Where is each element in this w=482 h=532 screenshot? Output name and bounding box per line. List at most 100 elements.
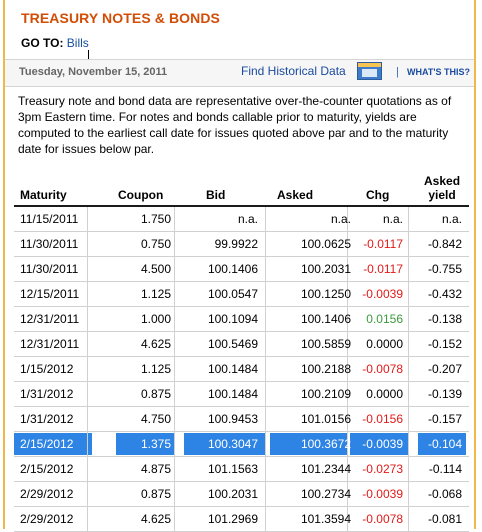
cell-bid: 100.5469 xyxy=(207,337,258,351)
cell-bid: 101.1563 xyxy=(207,462,258,476)
cell-bid: 100.2031 xyxy=(207,487,258,501)
column-header-asked[interactable]: Asked xyxy=(277,188,313,202)
cell-maturity: 1/15/2012 xyxy=(20,362,74,376)
cell-coupon: 1.125 xyxy=(140,362,171,376)
cell-bid: 100.1484 xyxy=(207,387,258,401)
cell-chg: -0.0273 xyxy=(362,462,403,476)
cell-asked: 100.2734 xyxy=(300,487,351,501)
table-row[interactable]: 11/30/2011 0.750 99.9922 100.0625 -0.0117 -0.… xyxy=(14,232,469,257)
table-row[interactable]: 11/30/2011 4.500 100.1406 100.2031 -0.0117 -0… xyxy=(14,257,469,282)
whats-this-link[interactable]: WHAT'S THIS? xyxy=(407,67,470,77)
column-header-maturity[interactable]: Maturity xyxy=(20,188,67,202)
column-header-coupon[interactable]: Coupon xyxy=(118,188,163,202)
column-divider xyxy=(174,232,175,256)
column-divider xyxy=(265,507,266,531)
table-row[interactable]: 1/15/2012 1.125 100.1484 100.2188 -0.0078 -0.… xyxy=(14,357,469,382)
cell-yield: -0.068 xyxy=(427,487,462,501)
cell-chg: -0.0117 xyxy=(363,237,403,251)
cell-chg: -0.0039 xyxy=(362,287,403,301)
cell-chg: -0.0078 xyxy=(362,362,403,376)
cell-bid: 100.0547 xyxy=(207,287,258,301)
cell-maturity: 1/31/2012 xyxy=(20,387,74,401)
table-row[interactable]: 2/29/2012 0.875 100.2031 100.2734 -0.0039 -0.… xyxy=(14,482,469,507)
table-row[interactable]: 2/29/2012 4.625 101.2969 101.3594 -0.0078 -0.… xyxy=(14,507,469,532)
header-separator: | xyxy=(396,66,399,78)
column-divider xyxy=(265,307,266,331)
cell-asked: 100.3672 xyxy=(300,437,351,451)
cell-coupon: 0.750 xyxy=(140,237,171,251)
column-divider xyxy=(408,307,409,331)
table-row[interactable]: 12/15/2011 1.125 100.0547 100.1250 -0.0039 -0… xyxy=(14,282,469,307)
cell-coupon: 1.125 xyxy=(140,287,171,301)
column-divider xyxy=(408,382,409,406)
column-divider xyxy=(174,282,175,306)
cell-asked: 100.1250 xyxy=(300,287,351,301)
table-row[interactable]: 1/31/2012 0.875 100.1484 100.2109 0.0000 -0.1… xyxy=(14,382,469,407)
column-divider xyxy=(265,282,266,306)
column-divider xyxy=(174,307,175,331)
cell-asked: 100.2031 xyxy=(300,262,351,276)
cell-yield: -0.207 xyxy=(427,362,462,376)
bills-link[interactable]: Bills xyxy=(67,36,89,50)
column-divider xyxy=(174,382,175,406)
cell-asked: 101.0156 xyxy=(300,412,351,426)
column-divider xyxy=(408,332,409,356)
cell-yield: -0.152 xyxy=(427,337,462,351)
calendar-icon[interactable] xyxy=(357,62,382,80)
cell-yield: n.a. xyxy=(441,212,462,226)
cell-maturity: 11/15/2011 xyxy=(20,212,79,226)
cell-yield: -0.104 xyxy=(427,437,462,451)
table-row[interactable]: 1/31/2012 4.750 100.9453 101.0156 -0.0156 -0.… xyxy=(14,407,469,432)
description-text: Treasury note and bond data are represen… xyxy=(18,94,452,156)
table-row[interactable]: 12/31/2011 1.000 100.1094 100.1406 0.0156 -0.… xyxy=(14,307,469,332)
cell-chg: -0.0078 xyxy=(362,512,403,526)
cell-bid: 100.3047 xyxy=(207,437,258,451)
goto-bar: GO TO: Bills xyxy=(21,36,89,63)
column-divider xyxy=(265,232,266,256)
cell-yield: -0.755 xyxy=(427,262,462,276)
cell-maturity: 11/30/2011 xyxy=(20,262,79,276)
cell-coupon: 4.625 xyxy=(140,337,171,351)
table-row[interactable]: 12/31/2011 4.625 100.5469 100.5859 0.0000 -0.… xyxy=(14,332,469,357)
cell-yield: -0.842 xyxy=(427,237,462,251)
cell-maturity: 12/15/2011 xyxy=(20,287,80,301)
column-divider xyxy=(265,432,266,456)
cell-asked: 100.2188 xyxy=(300,362,351,376)
cell-chg: 0.0000 xyxy=(366,337,403,351)
column-divider xyxy=(174,507,175,531)
cell-chg: -0.0039 xyxy=(362,437,403,451)
column-divider xyxy=(265,382,266,406)
column-divider xyxy=(408,482,409,506)
cell-yield: -0.139 xyxy=(427,387,462,401)
cell-chg: n.a. xyxy=(382,212,403,226)
table-row[interactable]: 2/15/2012 4.875 101.1563 101.2344 -0.0273 -0.… xyxy=(14,457,469,482)
cell-bid: 99.9922 xyxy=(214,237,258,251)
cell-chg: -0.0039 xyxy=(362,487,403,501)
cell-yield: -0.081 xyxy=(427,512,462,526)
cell-yield: -0.432 xyxy=(427,287,462,301)
cell-chg: -0.0117 xyxy=(363,262,403,276)
cell-chg: -0.0156 xyxy=(362,412,403,426)
find-historical-data-link[interactable]: Find Historical Data xyxy=(241,64,346,78)
cell-maturity: 1/31/2012 xyxy=(20,412,74,426)
table-row[interactable]: 11/15/2011 1.750 n.a. n.a. n.a. n.a. xyxy=(14,207,469,232)
cell-chg: 0.0156 xyxy=(366,312,403,326)
column-divider xyxy=(174,357,175,381)
column-divider xyxy=(174,457,175,481)
column-header-chg[interactable]: Chg xyxy=(366,188,389,202)
asked-yield-line-1: Asked xyxy=(424,174,461,188)
cell-asked: 100.2109 xyxy=(300,387,351,401)
cell-maturity: 12/31/2011 xyxy=(20,337,80,351)
cell-bid: 101.2969 xyxy=(207,512,258,526)
column-header-asked-yield[interactable]: Asked yield xyxy=(424,174,460,202)
column-header-bid[interactable]: Bid xyxy=(206,188,225,202)
table-row-selected[interactable]: 2/15/2012 1.375 100.3047 100.3672 -0.0039 -0.… xyxy=(14,432,469,457)
column-divider xyxy=(174,407,175,431)
goto-label: GO TO: xyxy=(21,36,64,50)
column-divider xyxy=(408,282,409,306)
cell-coupon: 0.875 xyxy=(140,387,171,401)
cell-asked: 100.5859 xyxy=(300,337,351,351)
cell-coupon: 1.750 xyxy=(140,212,171,226)
cell-coupon: 4.875 xyxy=(140,462,171,476)
cell-maturity: 2/15/2012 xyxy=(20,437,74,451)
